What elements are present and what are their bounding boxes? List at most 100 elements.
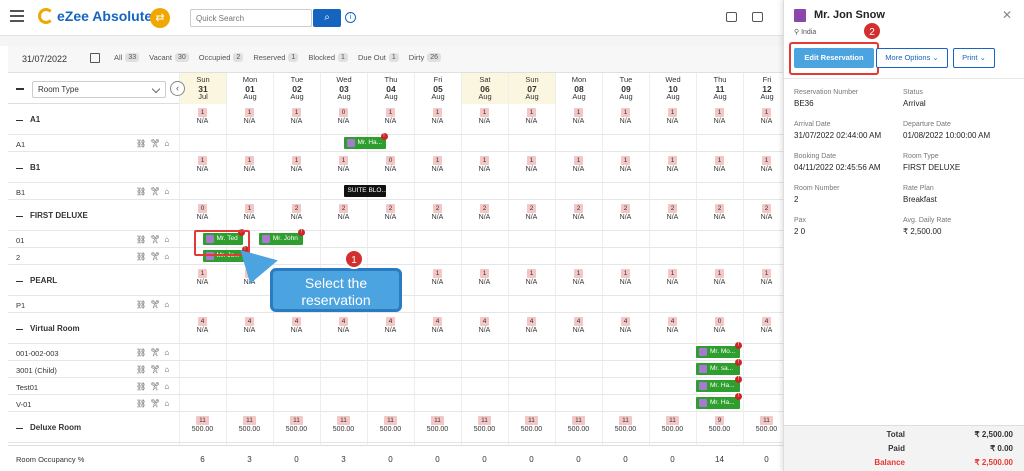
availability-cell[interactable]: 4 N/A [367, 317, 414, 335]
reservation-chip[interactable]: Mr. John [258, 233, 303, 245]
date-display[interactable]: 31/07/2022 [22, 54, 67, 64]
menu-icon[interactable] [10, 10, 24, 22]
availability-cell[interactable]: 1N/A [649, 108, 696, 126]
availability-cell[interactable]: 2 N/A [649, 204, 696, 222]
availability-cell[interactable]: 11 500.00 [179, 416, 226, 434]
calendar-icon[interactable] [726, 12, 737, 22]
availability-cell[interactable]: 2 N/A [602, 204, 649, 222]
availability-cell[interactable]: 1N/A [602, 108, 649, 126]
availability-cell[interactable]: 1N/A [273, 156, 320, 174]
filter-occupied[interactable]: Occupied 2 [199, 53, 244, 62]
print-button[interactable]: Print ⌄ [953, 48, 995, 68]
availability-cell[interactable]: 1N/A [508, 156, 555, 174]
collapse-icon[interactable] [16, 328, 23, 330]
availability-cell[interactable]: 1N/A [508, 269, 555, 287]
room-status-icons[interactable]: ⛓✂⌂ [136, 139, 173, 148]
availability-cell[interactable]: 1N/A [179, 269, 226, 287]
room-row[interactable]: 001-002-003 ⛓✂⌂ [8, 344, 783, 361]
availability-cell[interactable]: 2 N/A [555, 204, 602, 222]
availability-cell[interactable]: 2 N/A [320, 204, 367, 222]
room-status-icons[interactable]: ⛓✂⌂ [136, 399, 173, 408]
room-status-icons[interactable]: ⛓✂⌂ [136, 382, 173, 391]
availability-cell[interactable]: 1N/A [508, 108, 555, 126]
availability-cell[interactable]: 1N/A [696, 108, 743, 126]
room-status-icons[interactable]: ⛓✂⌂ [136, 252, 173, 261]
availability-cell[interactable]: 1N/A [226, 204, 273, 222]
reservation-chip[interactable]: Mr. sa... [696, 363, 740, 375]
availability-cell[interactable]: 11 500.00 [461, 416, 508, 434]
more-options-button[interactable]: More Options ⌄ [876, 48, 948, 68]
info-icon[interactable]: i [345, 12, 356, 23]
filter-all[interactable]: All 33 [114, 53, 140, 62]
availability-cell[interactable]: 1N/A [743, 269, 783, 287]
availability-cell[interactable]: 11 500.00 [367, 416, 414, 434]
availability-cell[interactable]: 1N/A [414, 269, 461, 287]
availability-cell[interactable]: 11 500.00 [743, 416, 783, 434]
availability-cell[interactable]: 1N/A [743, 156, 783, 174]
availability-cell[interactable]: 1N/A [602, 269, 649, 287]
chevron-left-icon[interactable]: ‹ [170, 81, 185, 96]
room-row[interactable]: 3001 (Child) ⛓✂⌂ [8, 361, 783, 378]
availability-cell[interactable]: 1N/A [555, 269, 602, 287]
availability-cell[interactable]: 2 N/A [743, 204, 783, 222]
room-row[interactable]: A1 ⛓✂⌂ [8, 135, 783, 152]
collapse-icon[interactable] [16, 280, 23, 282]
availability-cell[interactable]: 1N/A [649, 156, 696, 174]
availability-cell[interactable]: 2 N/A [414, 204, 461, 222]
collapse-icon[interactable] [16, 427, 23, 429]
close-icon[interactable]: ✕ [1002, 8, 1012, 22]
availability-cell[interactable]: 1N/A [320, 156, 367, 174]
availability-cell[interactable]: 0 N/A [179, 204, 226, 222]
search-input[interactable] [190, 9, 312, 27]
filter-vacant[interactable]: Vacant 30 [149, 53, 189, 62]
edit-reservation-button[interactable]: Edit Reservation [794, 48, 874, 68]
room-status-icons[interactable]: ⛓✂⌂ [136, 365, 173, 374]
availability-cell[interactable]: 4 N/A [179, 317, 226, 335]
availability-cell[interactable]: 1N/A [273, 108, 320, 126]
reservation-chip[interactable]: Mr. Ha... [696, 380, 740, 392]
room-row[interactable]: 2 ⛓✂⌂ [8, 248, 783, 265]
availability-cell[interactable]: 11 500.00 [320, 416, 367, 434]
room-row[interactable]: Test01 ⛓✂⌂ [8, 378, 783, 395]
block-chip[interactable]: SUITE BLO... [343, 185, 386, 197]
availability-cell[interactable]: 2 N/A [367, 204, 414, 222]
filter-dirty[interactable]: Dirty 26 [409, 53, 441, 62]
availability-cell[interactable]: 11 500.00 [555, 416, 602, 434]
mail-icon[interactable] [752, 12, 763, 22]
availability-cell[interactable]: 4 N/A [320, 317, 367, 335]
room-status-icons[interactable]: ⛓✂⌂ [136, 348, 173, 357]
availability-cell[interactable]: 1N/A [461, 108, 508, 126]
availability-cell[interactable]: 4 N/A [273, 317, 320, 335]
availability-cell[interactable]: 4 N/A [743, 317, 783, 335]
availability-cell[interactable]: 1N/A [696, 156, 743, 174]
availability-cell[interactable]: 1N/A [414, 108, 461, 126]
availability-cell[interactable]: 1N/A [461, 269, 508, 287]
collapse-icon[interactable] [16, 119, 23, 121]
availability-cell[interactable]: 4 N/A [649, 317, 696, 335]
availability-cell[interactable]: 4 N/A [226, 317, 273, 335]
availability-cell[interactable]: 0 N/A [696, 317, 743, 335]
calendar-icon[interactable] [90, 53, 100, 63]
availability-cell[interactable]: 1N/A [743, 108, 783, 126]
room-status-icons[interactable]: ⛓✂⌂ [136, 187, 173, 196]
availability-cell[interactable]: 2 N/A [696, 204, 743, 222]
availability-cell[interactable]: 11 500.00 [602, 416, 649, 434]
reservation-chip[interactable]: Mr. Ha... [343, 137, 386, 149]
availability-cell[interactable]: 11 500.00 [226, 416, 273, 434]
filter-reserved[interactable]: Reserved 1 [253, 53, 299, 62]
availability-cell[interactable]: 2 N/A [508, 204, 555, 222]
filter-blocked[interactable]: Blocked 1 [308, 53, 348, 62]
availability-cell[interactable]: 9 500.00 [696, 416, 743, 434]
availability-cell[interactable]: 11 500.00 [414, 416, 461, 434]
availability-cell[interactable]: 4 N/A [414, 317, 461, 335]
availability-cell[interactable]: 2 N/A [461, 204, 508, 222]
shuffle-icon[interactable]: ⇄ [150, 8, 170, 28]
room-row[interactable]: B1 ⛓✂⌂ [8, 183, 783, 200]
availability-cell[interactable]: 11 500.00 [508, 416, 555, 434]
availability-cell[interactable]: 1N/A [461, 156, 508, 174]
availability-cell[interactable]: 0 N/A [367, 156, 414, 174]
availability-cell[interactable]: 1N/A [179, 108, 226, 126]
availability-cell[interactable]: 1N/A [696, 269, 743, 287]
availability-cell[interactable]: 11 500.00 [649, 416, 696, 434]
room-type-select[interactable]: Room Type [32, 81, 166, 98]
